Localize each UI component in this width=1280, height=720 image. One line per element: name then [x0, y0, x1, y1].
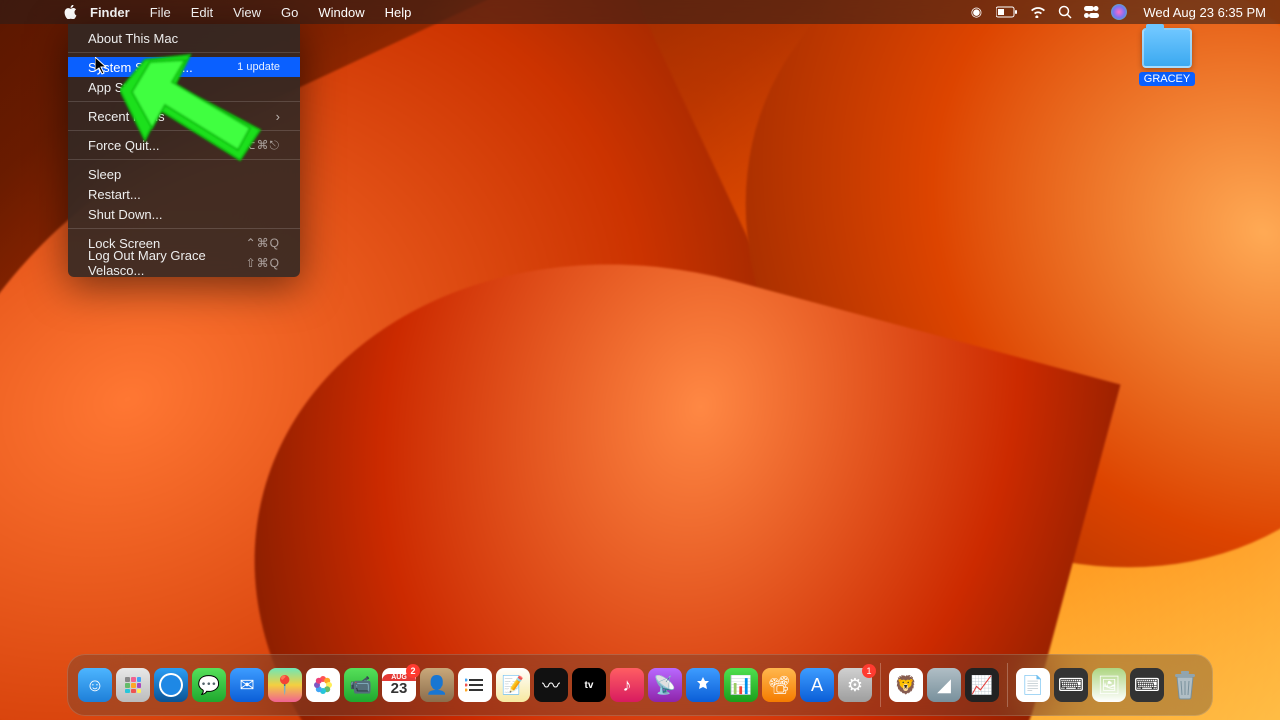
menu-separator: [68, 101, 300, 102]
dock-tv[interactable]: tv: [572, 668, 606, 702]
menubar-datetime[interactable]: Wed Aug 23 6:35 PM: [1133, 0, 1272, 24]
menubar-file[interactable]: File: [140, 5, 181, 20]
dock-screenshot[interactable]: 🖼: [1092, 668, 1126, 702]
menubar-edit[interactable]: Edit: [181, 5, 223, 20]
settings-badge: 1: [862, 664, 876, 678]
dock-separator: [880, 663, 881, 707]
control-center-icon[interactable]: [1078, 0, 1105, 24]
menu-sleep[interactable]: Sleep: [68, 164, 300, 184]
menubar: Finder File Edit View Go Window Help ◉ W…: [0, 0, 1280, 24]
menu-shut-down[interactable]: Shut Down...: [68, 204, 300, 224]
dock-appstore[interactable]: [686, 668, 720, 702]
menu-about-this-mac[interactable]: About This Mac: [68, 28, 300, 48]
dock-notes[interactable]: 📝: [496, 668, 530, 702]
menubar-window[interactable]: Window: [308, 5, 374, 20]
menu-label: Force Quit...: [88, 138, 160, 153]
dock-reminders[interactable]: [458, 668, 492, 702]
menubar-view[interactable]: View: [223, 5, 271, 20]
siri-icon[interactable]: [1105, 0, 1133, 24]
dock-calendar[interactable]: AUG 23 2: [382, 668, 416, 702]
dock-file2[interactable]: ⌨: [1130, 668, 1164, 702]
calendar-badge: 2: [406, 664, 420, 678]
dock-separator: [1007, 663, 1008, 707]
menubar-app-name[interactable]: Finder: [80, 5, 140, 20]
menu-recent-items[interactable]: Recent Items ›: [68, 106, 300, 126]
dock-numbers[interactable]: 📊: [724, 668, 758, 702]
dock-photos[interactable]: [306, 668, 340, 702]
menu-separator: [68, 52, 300, 53]
keyboard-shortcut: ⌥⌘⎋: [242, 138, 280, 153]
dock-browser[interactable]: 🦁: [889, 668, 923, 702]
wifi-icon[interactable]: [1024, 0, 1052, 24]
menu-label: Shut Down...: [88, 207, 162, 222]
dock-music[interactable]: ♪: [610, 668, 644, 702]
menu-label: System Settings...: [88, 60, 193, 75]
apple-menu-icon[interactable]: [60, 5, 80, 19]
dock-keynote[interactable]: 📽: [762, 668, 796, 702]
menu-separator: [68, 130, 300, 131]
dock-podcasts[interactable]: 📡: [648, 668, 682, 702]
dock-freeform[interactable]: 〰: [534, 668, 568, 702]
menubar-go[interactable]: Go: [271, 5, 308, 20]
menubar-help[interactable]: Help: [375, 5, 422, 20]
chevron-right-icon: ›: [276, 109, 280, 124]
menu-log-out[interactable]: Log Out Mary Grace Velasco... ⇧⌘Q: [68, 253, 300, 273]
dock-activity[interactable]: 📈: [965, 668, 999, 702]
desktop-folder[interactable]: GRACEY: [1138, 28, 1196, 86]
calendar-day: 23: [391, 681, 408, 696]
menu-restart[interactable]: Restart...: [68, 184, 300, 204]
dock: ☺ 💬 ✉ 📍 📹 AUG 23 2 👤 📝 〰 tv ♪ 📡 📊 📽 A ⚙ …: [67, 654, 1213, 716]
dock-contacts[interactable]: 👤: [420, 668, 454, 702]
screen-record-icon[interactable]: ◉: [962, 0, 990, 24]
dock-facetime[interactable]: 📹: [344, 668, 378, 702]
menu-separator: [68, 228, 300, 229]
dock-settings[interactable]: ⚙ 1: [838, 668, 872, 702]
menu-app-store[interactable]: App Store...: [68, 77, 300, 97]
dock-maps[interactable]: 📍: [268, 668, 302, 702]
menu-label: Sleep: [88, 167, 121, 182]
dock-app[interactable]: ◢: [927, 668, 961, 702]
keyboard-shortcut: ⌃⌘Q: [246, 236, 280, 250]
dock-finder[interactable]: ☺: [78, 668, 112, 702]
menu-separator: [68, 159, 300, 160]
keyboard-shortcut: ⇧⌘Q: [246, 256, 280, 270]
dock-trash[interactable]: [1168, 668, 1202, 702]
menu-label: App Store...: [88, 80, 157, 95]
dock-document[interactable]: 📄: [1016, 668, 1050, 702]
menu-force-quit[interactable]: Force Quit... ⌥⌘⎋: [68, 135, 300, 155]
menu-label: Log Out Mary Grace Velasco...: [88, 248, 246, 278]
dock-appstore2[interactable]: A: [800, 668, 834, 702]
folder-label: GRACEY: [1139, 72, 1195, 86]
dock-file[interactable]: ⌨: [1054, 668, 1088, 702]
menu-label: Restart...: [88, 187, 141, 202]
dock-mail[interactable]: ✉: [230, 668, 264, 702]
dock-launchpad[interactable]: [116, 668, 150, 702]
menu-system-settings[interactable]: System Settings... 1 update: [68, 57, 300, 77]
update-badge: 1 update: [237, 61, 280, 73]
menu-label: About This Mac: [88, 31, 178, 46]
dock-safari[interactable]: [154, 668, 188, 702]
apple-menu-dropdown: About This Mac System Settings... 1 upda…: [68, 24, 300, 277]
spotlight-icon[interactable]: [1052, 0, 1078, 24]
dock-messages[interactable]: 💬: [192, 668, 226, 702]
battery-icon[interactable]: [990, 0, 1024, 24]
folder-icon: [1142, 28, 1192, 68]
menu-label: Recent Items: [88, 109, 165, 124]
